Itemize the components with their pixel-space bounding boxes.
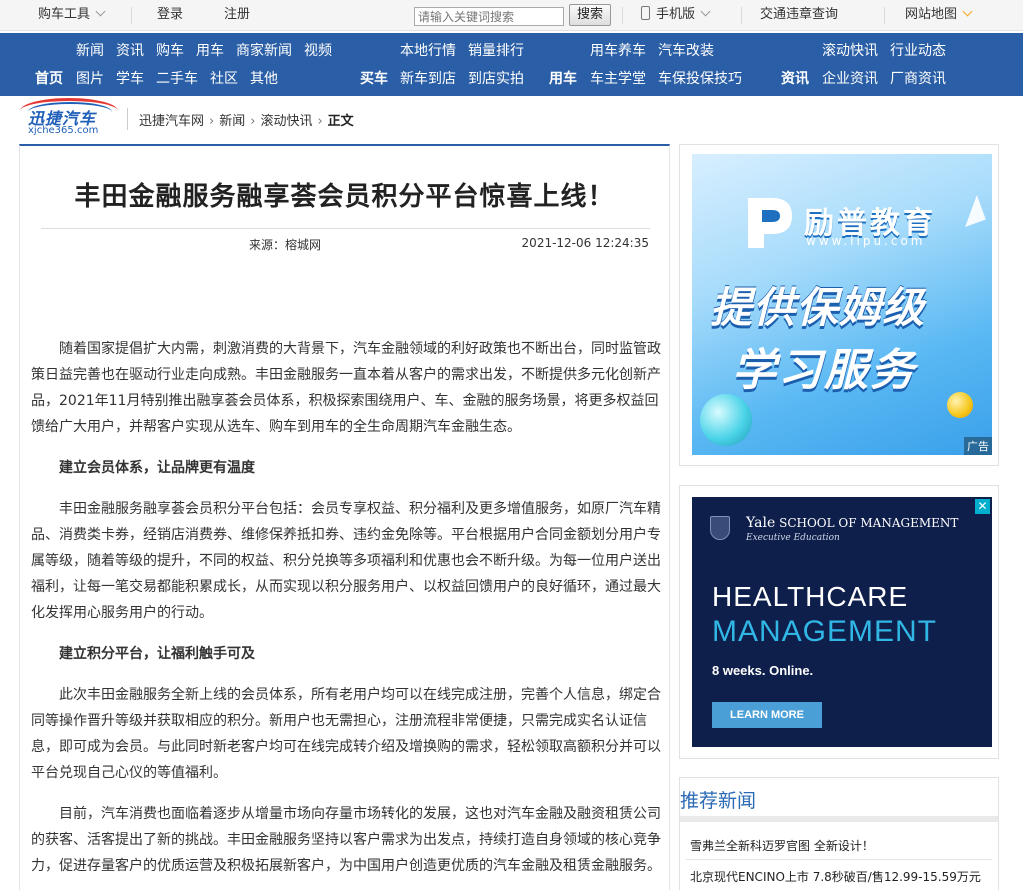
nav-link[interactable]: 视频 [304,42,332,60]
register-link[interactable]: 注册 [224,0,250,30]
ad-headline: HEALTHCARE [712,581,909,612]
divider [131,7,132,24]
nav-link[interactable]: 用车 [196,42,224,60]
ad-headline: 提供保姆级 [710,283,926,332]
sitemap-menu[interactable]: 网站地图 [905,0,973,30]
nav-link[interactable]: 用车养车 [590,42,646,60]
nav-link[interactable]: 厂商资讯 [890,70,946,88]
ad-label: 广告 [964,437,992,455]
nav-link[interactable]: 企业资讯 [822,70,878,88]
divider [884,7,885,24]
nav-link[interactable]: 商家新闻 [236,42,292,60]
chevron-right-icon: › [209,114,215,129]
nav-link[interactable]: 本地行情 [400,42,456,60]
divider [686,859,992,860]
logo-domain: xjche365.com [28,125,99,136]
mobile-label: 手机版 [656,7,696,22]
ad-subtitle: Executive Education [746,533,840,543]
article: 丰田金融服务融享荟会员积分平台惊喜上线！ 来源：榕城网 2021-12-06 1… [19,144,670,890]
yale-shield-icon [710,516,730,540]
divider [680,816,998,822]
nav-link[interactable]: 其他 [250,70,278,88]
search-button[interactable]: 搜索 [569,4,611,26]
nav-link[interactable]: 销量排行 [468,42,524,60]
nav-link[interactable]: 新闻 [76,42,104,60]
chevron-down-icon [962,6,973,17]
nav-link[interactable]: 新车到店 [400,70,456,88]
breadcrumb-link[interactable]: 滚动快讯 [260,110,312,129]
article-paragraph: 目前，汽车消费也面临着逐步从增量市场向存量市场转化的发展，这也对汽车金融及融资租… [31,806,661,874]
nav-link[interactable]: 车保投保技巧 [658,70,742,88]
breadcrumb-link[interactable]: 新闻 [219,110,245,129]
sidebar-ad-box: 励普教育 www.lipu.com 提供保姆级 学习服务 广告 [679,144,999,466]
decorative-ball [700,394,752,446]
sitemap-label: 网站地图 [905,7,958,22]
traffic-violation-link[interactable]: 交通违章查询 [760,0,838,30]
news-link[interactable]: 雪弗兰全新科迈罗官图 全新设计！ [690,837,874,854]
nav-link[interactable]: 二手车 [156,70,198,88]
car-tools-menu[interactable]: 购车工具 [38,0,106,30]
article-source: 来源：榕城网 [249,238,322,252]
car-tools-label: 购车工具 [38,7,91,22]
search-input[interactable] [414,7,564,26]
yale-ad-banner[interactable]: ✕ Yale SCHOOL OF MANAGEMENT Executive Ed… [692,497,992,747]
phone-icon [641,6,650,20]
divider [622,7,623,24]
mobile-version-link[interactable]: 手机版 [641,0,711,30]
article-subheading: 建立会员体系，让品牌更有温度 [59,460,255,476]
top-bar: 购车工具 登录 注册 搜索 手机版 交通违章查询 网站地图 [0,0,1023,31]
chevron-down-icon [95,6,106,17]
nav-category-use[interactable]: 用车 [549,70,577,88]
breadcrumb-link[interactable]: 迅捷汽车网 [139,110,204,129]
news-link[interactable]: 北京现代ENCINO上市 7.8秒破百/售12.99-15.59万元 [690,868,981,885]
article-paragraph: 随着国家提倡扩大内需，刺激消费的大背景下，汽车金融领域的利好政策也不断出台，同时… [31,341,661,435]
nav-category-news[interactable]: 资讯 [781,70,809,88]
nav-category-buy[interactable]: 买车 [360,70,388,88]
lipu-logo-icon [748,198,792,248]
article-date: 2021-12-06 12:24:35 [521,236,649,250]
nav-link[interactable]: 滚动快讯 [822,42,878,60]
nav-link[interactable]: 社区 [210,70,238,88]
article-body: 随着国家提倡扩大内需，刺激消费的大背景下，汽车金融领域的利好政策也不断出台，同时… [31,336,661,890]
site-logo[interactable]: 迅捷汽车 xjche365.com [18,98,122,138]
nav-link[interactable]: 车主学堂 [590,70,646,88]
education-ad-banner[interactable]: 励普教育 www.lipu.com 提供保姆级 学习服务 广告 [692,154,992,455]
login-link[interactable]: 登录 [157,0,183,30]
article-paragraph: 此次丰田金融服务全新上线的会员体系，所有老用户均可以在线完成注册，完善个人信息，… [31,687,661,781]
divider [41,228,650,229]
chevron-down-icon [700,6,711,17]
paper-plane-icon [956,195,986,227]
ad-school: SCHOOL OF MANAGEMENT [779,516,959,530]
article-title: 丰田金融服务融享荟会员积分平台惊喜上线！ [74,182,615,212]
decorative-ball [947,392,973,418]
chevron-right-icon: › [317,114,323,129]
breadcrumb: 迅捷汽车网 › 新闻 › 滚动快讯 › 正文 [139,110,354,129]
chevron-right-icon: › [250,114,256,129]
ad-headline: 学习服务 [732,345,916,396]
article-subheading: 建立积分平台，让福利触手可及 [59,646,255,662]
nav-category-home[interactable]: 首页 [35,70,63,88]
nav-link[interactable]: 行业动态 [890,42,946,60]
nav-link[interactable]: 资讯 [116,42,144,60]
nav-link[interactable]: 到店实拍 [468,70,524,88]
nav-link[interactable]: 购车 [156,42,184,60]
ad-url: www.lipu.com [806,234,926,248]
divider [741,7,742,24]
section-title: 推荐新闻 [680,790,757,812]
breadcrumb-current: 正文 [327,114,354,129]
learn-more-button[interactable]: LEARN MORE [712,702,822,728]
sidebar-ad-box: ✕ Yale SCHOOL OF MANAGEMENT Executive Ed… [679,485,999,759]
ad-headline: MANAGEMENT [712,615,938,648]
recommended-news: 推荐新闻 雪弗兰全新科迈罗官图 全新设计！ 北京现代ENCINO上市 7.8秒破… [679,777,999,890]
article-paragraph: 丰田金融服务融享荟会员积分平台包括：会员专享权益、积分福利及更多增值服务，如原厂… [31,501,661,621]
nav-link[interactable]: 图片 [76,70,104,88]
main-nav: 新闻 资讯 购车 用车 商家新闻 视频 首页 图片 学车 二手车 社区 其他 本… [0,33,1023,96]
divider [127,108,128,130]
nav-link[interactable]: 学车 [116,70,144,88]
ad-school-name: Yale SCHOOL OF MANAGEMENT [746,515,958,531]
ad-tagline: 8 weeks. Online. [712,663,814,678]
ad-yale: Yale [746,515,776,531]
close-icon[interactable]: ✕ [975,499,990,514]
nav-link[interactable]: 汽车改装 [658,42,714,60]
